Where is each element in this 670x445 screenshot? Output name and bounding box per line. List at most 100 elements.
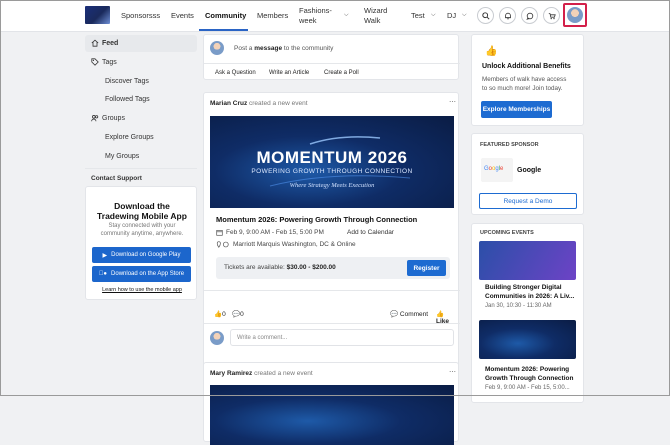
nav-test[interactable]: Test <box>411 11 425 20</box>
post-composer: Post a message to the community Ask a Qu… <box>203 34 460 80</box>
mobile-app-card: Download the Tradewing Mobile App Stay c… <box>85 186 197 300</box>
sidebar-item-discover-tags[interactable]: Discover Tags <box>105 78 149 85</box>
nav-active-indicator <box>199 29 248 31</box>
top-navbar: Sponsorsss Events Community Members Fash… <box>0 0 670 32</box>
nav-fashions-week-line1[interactable]: Fashions- <box>299 6 332 15</box>
banner-subtitle: POWERING GROWTH THROUGH CONNECTION <box>251 168 413 175</box>
ticket-info: Tickets are available: $30.00 - $200.00 <box>224 264 336 271</box>
ask-question-button[interactable]: Ask a Question <box>215 70 256 76</box>
calendar-icon <box>216 229 223 238</box>
unlock-benefits-card: 👍 Unlock Additional Benefits Members of … <box>471 34 584 126</box>
divider <box>204 323 460 324</box>
thumbs-up-icon: 👍 <box>485 46 498 57</box>
event-post-card: Marian Cruz created a new event ⋯ MOMENT… <box>203 92 460 386</box>
event-thumbnail[interactable] <box>479 241 576 280</box>
post-header: Marian Cruz created a new event <box>210 100 308 107</box>
chevron-down-icon[interactable]: ⌵ <box>344 12 349 19</box>
event-location: Marriott Marquis Washington, DC & Online <box>233 241 356 248</box>
upcoming-events-card: UPCOMING EVENTS Building Stronger Digita… <box>471 223 584 403</box>
app-subtitle-line1: Stay connected with your <box>108 223 176 229</box>
write-article-button[interactable]: Write an Article <box>269 70 309 76</box>
divider <box>204 290 460 291</box>
sidebar-item-groups[interactable]: Groups <box>102 115 125 122</box>
banner-tagline: Where Strategy Meets Execution <box>289 182 375 189</box>
upcoming-events-heading: UPCOMING EVENTS <box>480 230 534 236</box>
avatar <box>210 41 224 55</box>
request-demo-button[interactable]: Request a Demo <box>479 193 577 209</box>
post-author[interactable]: Marian Cruz <box>210 100 247 107</box>
bell-icon[interactable] <box>499 7 516 24</box>
nav-community[interactable]: Community <box>205 11 246 20</box>
post-author[interactable]: Mary Ramirez <box>210 370 252 377</box>
app-store-button[interactable]: ● Download on the App Store <box>92 266 191 282</box>
apple-icon: ● <box>99 271 107 277</box>
register-button[interactable]: Register <box>407 260 446 276</box>
chat-icon[interactable] <box>521 7 538 24</box>
event-title[interactable]: Communities in 2026: A Liv... <box>485 293 574 300</box>
avatar <box>567 7 583 23</box>
app-title-line2: Tradewing Mobile App <box>97 211 187 221</box>
avatar <box>210 331 224 345</box>
tag-icon <box>91 58 99 68</box>
ticket-box: Tickets are available: $30.00 - $200.00 … <box>216 257 450 279</box>
more-options-icon[interactable]: ⋯ <box>449 98 456 106</box>
explore-memberships-button[interactable]: Explore Memberships <box>481 101 552 118</box>
contact-support-link[interactable]: Contact Support <box>91 175 142 182</box>
location-icon <box>216 241 230 250</box>
app-store-label: Download on the App Store <box>108 271 184 277</box>
comment-count[interactable]: 💬0 <box>232 310 244 318</box>
event-dates: Feb 9, 9:00 AM - Feb 15, 5:00 PM <box>226 229 324 236</box>
nav-wizard-walk-line1[interactable]: Wizard <box>364 6 387 15</box>
sidebar-item-tags[interactable]: Tags <box>102 59 117 66</box>
divider <box>85 168 197 169</box>
divider <box>204 63 460 64</box>
sponsor-name[interactable]: Google <box>517 167 541 174</box>
search-icon[interactable] <box>477 7 494 24</box>
learn-mobile-app-link[interactable]: Learn how to use the mobile app <box>86 287 198 293</box>
event-banner-image[interactable] <box>210 385 454 445</box>
event-banner-image[interactable]: MOMENTUM 2026 POWERING GROWTH THROUGH CO… <box>210 116 454 208</box>
unlock-text-line2: to so much more! Join today. <box>482 85 563 92</box>
sidebar-item-followed-tags[interactable]: Followed Tags <box>105 96 150 103</box>
create-poll-button[interactable]: Create a Poll <box>324 70 359 76</box>
event-title[interactable]: Momentum 2026: Powering Growth Through C… <box>216 215 417 224</box>
nav-fashions-week-line2[interactable]: week <box>299 16 317 25</box>
comment-input[interactable]: Write a comment... <box>230 329 454 346</box>
unlock-title: Unlock Additional Benefits <box>482 63 571 70</box>
sponsor-logo[interactable]: Google <box>481 158 513 182</box>
sidebar-item-feed[interactable]: Feed <box>85 35 197 52</box>
featured-sponsor-heading: FEATURED SPONSOR <box>480 142 539 148</box>
post-header: Mary Ramirez created a new event <box>210 370 313 377</box>
event-post-card: Mary Ramirez created a new event ⋯ <box>203 362 459 445</box>
brand-logo[interactable] <box>85 6 110 24</box>
app-subtitle-line2: community anytime, anywhere. <box>100 231 184 237</box>
nav-dj[interactable]: DJ <box>447 11 456 20</box>
composer-prompt[interactable]: Post a message to the community <box>234 45 333 52</box>
app-title-line1: Download the <box>114 201 170 211</box>
featured-sponsor-card: FEATURED SPONSOR Google Google Request a… <box>471 133 584 215</box>
event-title[interactable]: Growth Through Connection <box>485 375 573 382</box>
nav-sponsorsss[interactable]: Sponsorsss <box>121 11 160 20</box>
unlock-text-line1: Members of walk have access <box>482 76 567 83</box>
event-date: Feb 9, 9:00 AM - Feb 15, 5:00... <box>485 385 570 391</box>
chevron-down-icon[interactable]: ⌵ <box>431 12 436 19</box>
sidebar-item-explore-groups[interactable]: Explore Groups <box>105 134 154 141</box>
like-count[interactable]: 👍0 <box>214 310 226 318</box>
chevron-down-icon[interactable]: ⌵ <box>462 12 467 19</box>
google-play-button[interactable]: ▶ Download on Google Play <box>92 247 191 263</box>
event-title[interactable]: Momentum 2026: Powering <box>485 366 569 373</box>
nav-members[interactable]: Members <box>257 11 288 20</box>
sidebar-item-label: Feed <box>102 40 119 47</box>
more-options-icon[interactable]: ⋯ <box>449 368 456 376</box>
google-play-label: Download on Google Play <box>111 252 181 258</box>
add-to-calendar-link[interactable]: Add to Calendar <box>347 229 394 236</box>
comment-button[interactable]: 💬 Comment <box>390 310 428 318</box>
cart-icon[interactable] <box>543 7 560 24</box>
event-title[interactable]: Building Stronger Digital <box>485 284 562 291</box>
event-thumbnail[interactable] <box>479 320 576 359</box>
nav-wizard-walk-line2[interactable]: Walk <box>364 16 380 25</box>
profile-avatar-button[interactable] <box>563 3 587 27</box>
sidebar-item-my-groups[interactable]: My Groups <box>105 153 139 160</box>
banner-title: MOMENTUM 2026 <box>256 148 408 167</box>
nav-events[interactable]: Events <box>171 11 194 20</box>
